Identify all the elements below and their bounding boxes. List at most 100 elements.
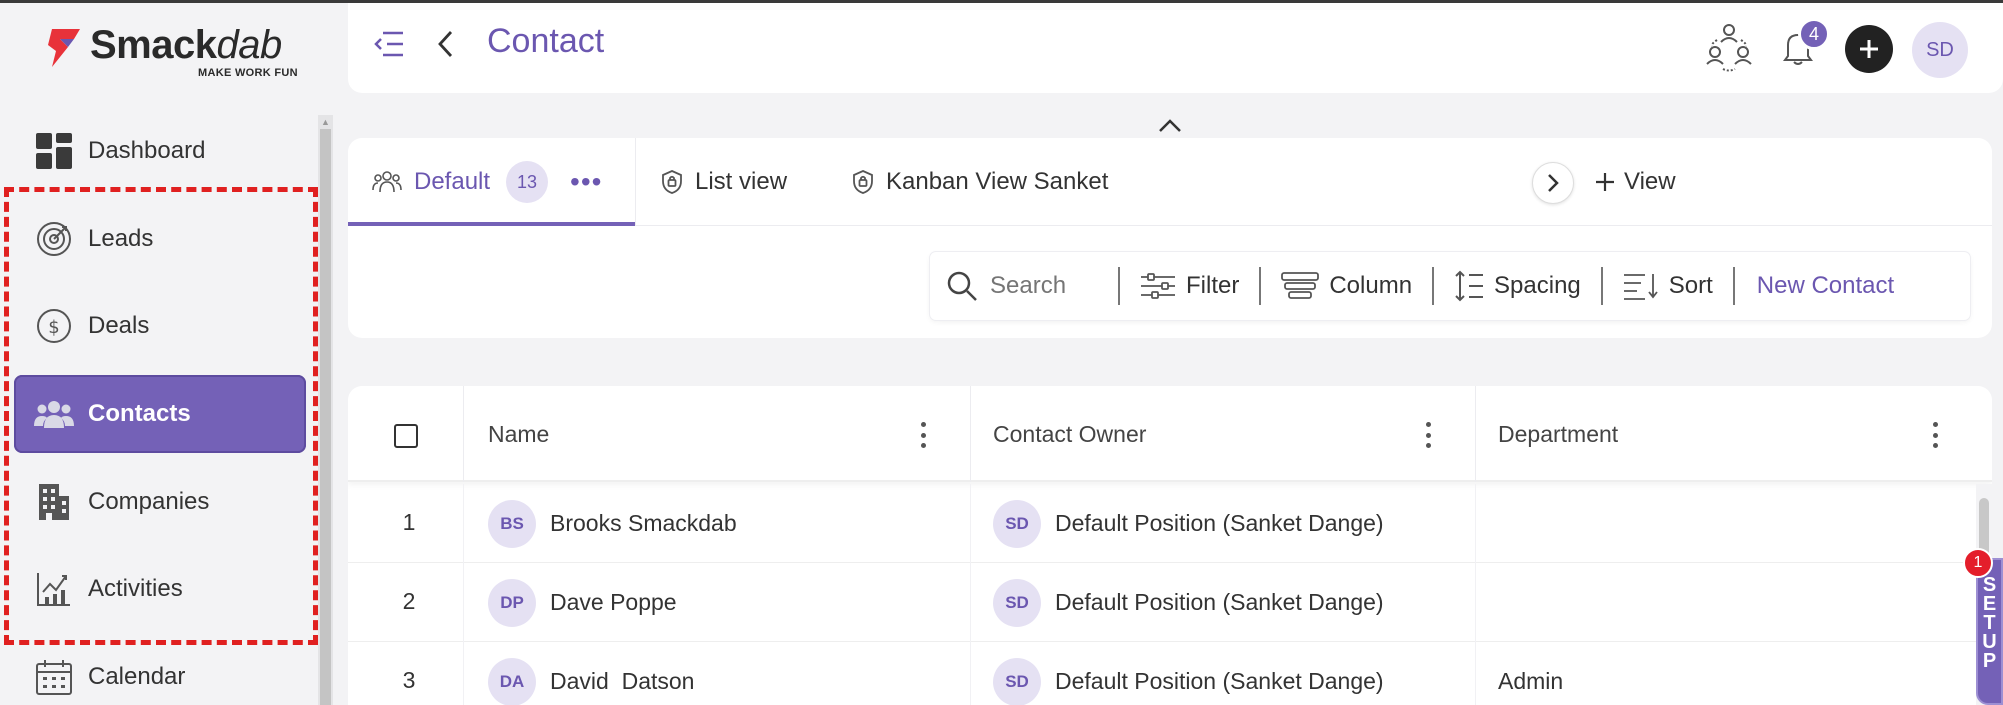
sidebar-item-activities[interactable]: Activities [14, 550, 306, 628]
contacts-table: Name Contact Owner Department 1 BS Brook… [348, 386, 1992, 705]
column-button[interactable]: Column [1261, 252, 1432, 320]
contact-owner-cell[interactable]: SD Default Position (Sanket Dange) [993, 563, 1384, 642]
sidebar-item-calendar[interactable]: Calendar [14, 638, 306, 705]
contact-name[interactable]: Dave Poppe [550, 589, 677, 616]
page-title: Contact [487, 22, 605, 60]
people-group-icon [34, 394, 74, 434]
sort-label: Sort [1668, 272, 1713, 299]
filter-sliders-icon [1141, 273, 1175, 299]
quick-add-button[interactable] [1845, 25, 1893, 73]
department-cell[interactable]: Admin [1498, 642, 1563, 705]
table-row[interactable]: 3 DA David Datson SD Default Position (S… [348, 642, 1992, 705]
owner-avatar: SD [993, 657, 1041, 705]
users-icon [372, 171, 402, 193]
add-view-label: View [1624, 168, 1676, 195]
owner-name: Default Position (Sanket Dange) [1055, 589, 1384, 615]
sidebar-item-label: Deals [88, 312, 150, 339]
cell-divider [1475, 642, 1476, 705]
contact-owner-cell[interactable]: SD Default Position (Sanket Dange) [993, 484, 1384, 563]
dashboard-grid-icon [34, 131, 74, 171]
row-number: 1 [402, 509, 416, 535]
team-network-button[interactable] [1705, 22, 1753, 77]
column-divider [463, 386, 464, 482]
contact-name-cell[interactable]: BS Brooks Smackdab [488, 484, 737, 563]
owner-avatar: SD [993, 578, 1041, 627]
plus-icon [1860, 40, 1878, 58]
chevron-left-icon [438, 31, 453, 57]
filter-button[interactable]: Filter [1120, 252, 1259, 320]
select-all-checkbox[interactable] [394, 424, 418, 448]
cell-divider [463, 484, 464, 563]
tab-list-view[interactable]: List view [661, 138, 787, 226]
team-network-icon [1706, 24, 1752, 72]
add-view-button[interactable]: View [1594, 138, 1676, 226]
column-header-name[interactable]: Name [488, 386, 549, 482]
contact-name-cell[interactable]: DA David Datson [488, 642, 694, 705]
owner-name: Default Position (Sanket Dange) [1055, 668, 1384, 694]
svg-text:$: $ [48, 317, 59, 338]
column-divider [1475, 386, 1476, 482]
sidebar-item-dashboard[interactable]: Dashboard [14, 112, 306, 190]
sidebar-item-label: Contacts [88, 400, 191, 427]
building-icon [34, 482, 74, 522]
contact-name-cell[interactable]: DP Dave Poppe [488, 563, 677, 642]
contact-avatar: DP [488, 578, 536, 627]
sidebar-item-label: Activities [88, 575, 183, 602]
sidebar-scrollbar[interactable]: ▲ [318, 115, 333, 705]
contact-name[interactable]: David Datson [550, 668, 694, 695]
cell-divider [463, 642, 464, 705]
table-row[interactable]: 2 DP Dave Poppe SD Default Position (San… [348, 563, 1992, 642]
column-label: Column [1329, 272, 1413, 299]
owner-avatar: SD [993, 499, 1041, 548]
tab-options-icon[interactable]: ••• [570, 168, 602, 196]
sidebar-item-label: Companies [88, 488, 210, 515]
contact-avatar: DA [488, 657, 536, 705]
scroll-up-arrow-icon[interactable]: ▲ [321, 117, 330, 127]
setup-side-tab[interactable]: S E T U P [1976, 558, 2003, 705]
back-button[interactable] [426, 24, 466, 64]
column-menu-kebab-icon[interactable] [913, 420, 933, 450]
line-spacing-icon [1455, 270, 1484, 302]
user-avatar[interactable]: SD [1912, 22, 1968, 78]
scroll-tabs-right-button[interactable] [1532, 162, 1574, 204]
chevron-right-icon [1548, 174, 1559, 192]
column-header-contact-owner[interactable]: Contact Owner [993, 386, 1146, 482]
app-logo[interactable]: Smackdab MAKE WORK FUN [44, 23, 304, 79]
tab-label: Kanban View Sanket [886, 168, 1109, 195]
table-row[interactable]: 1 BS Brooks Smackdab SD Default Position… [348, 484, 1992, 563]
column-header-department[interactable]: Department [1498, 386, 1618, 482]
new-contact-button[interactable]: New Contact [1735, 272, 1916, 300]
sort-button[interactable]: Sort [1603, 252, 1733, 320]
contact-name[interactable]: Brooks Smackdab [550, 510, 737, 537]
sidebar-item-contacts[interactable]: Contacts [14, 375, 306, 453]
logo-name-bold: Smack [90, 23, 217, 67]
contact-owner-cell[interactable]: SD Default Position (Sanket Dange) [993, 642, 1384, 705]
search-input[interactable] [990, 272, 1110, 300]
cell-divider [970, 484, 971, 563]
target-icon [34, 219, 74, 259]
sidebar-item-companies[interactable]: Companies [14, 463, 306, 541]
column-menu-kebab-icon[interactable] [1418, 420, 1438, 450]
logo-name-italic: dab [216, 23, 282, 67]
search-box[interactable] [930, 252, 1118, 320]
tab-label: List view [695, 168, 788, 195]
logo-wordmark: Smackdab [90, 23, 282, 68]
tab-kanban-view-sanket[interactable]: Kanban View Sanket [852, 138, 1108, 226]
filter-label: Filter [1186, 272, 1240, 299]
tab-default[interactable]: Default 13 ••• [372, 138, 602, 226]
view-record-count: 13 [506, 161, 549, 203]
spacing-button[interactable]: Spacing [1434, 252, 1601, 320]
sidebar-item-deals[interactable]: $ Deals [14, 287, 306, 365]
collapse-sidebar-button[interactable] [369, 24, 409, 64]
shield-lock-icon [662, 170, 682, 194]
chevron-up-icon [1159, 119, 1181, 132]
sidebar-item-leads[interactable]: Leads [14, 200, 306, 278]
column-menu-kebab-icon[interactable] [1925, 420, 1945, 450]
contact-avatar: BS [488, 499, 536, 548]
cell-divider [1475, 563, 1476, 642]
sidebar-item-label: Leads [88, 225, 154, 252]
sidebar-item-label: Dashboard [88, 137, 206, 164]
menu-collapse-icon [374, 31, 403, 57]
row-number: 2 [402, 588, 416, 614]
sidebar-scrollbar-thumb[interactable] [320, 129, 331, 705]
